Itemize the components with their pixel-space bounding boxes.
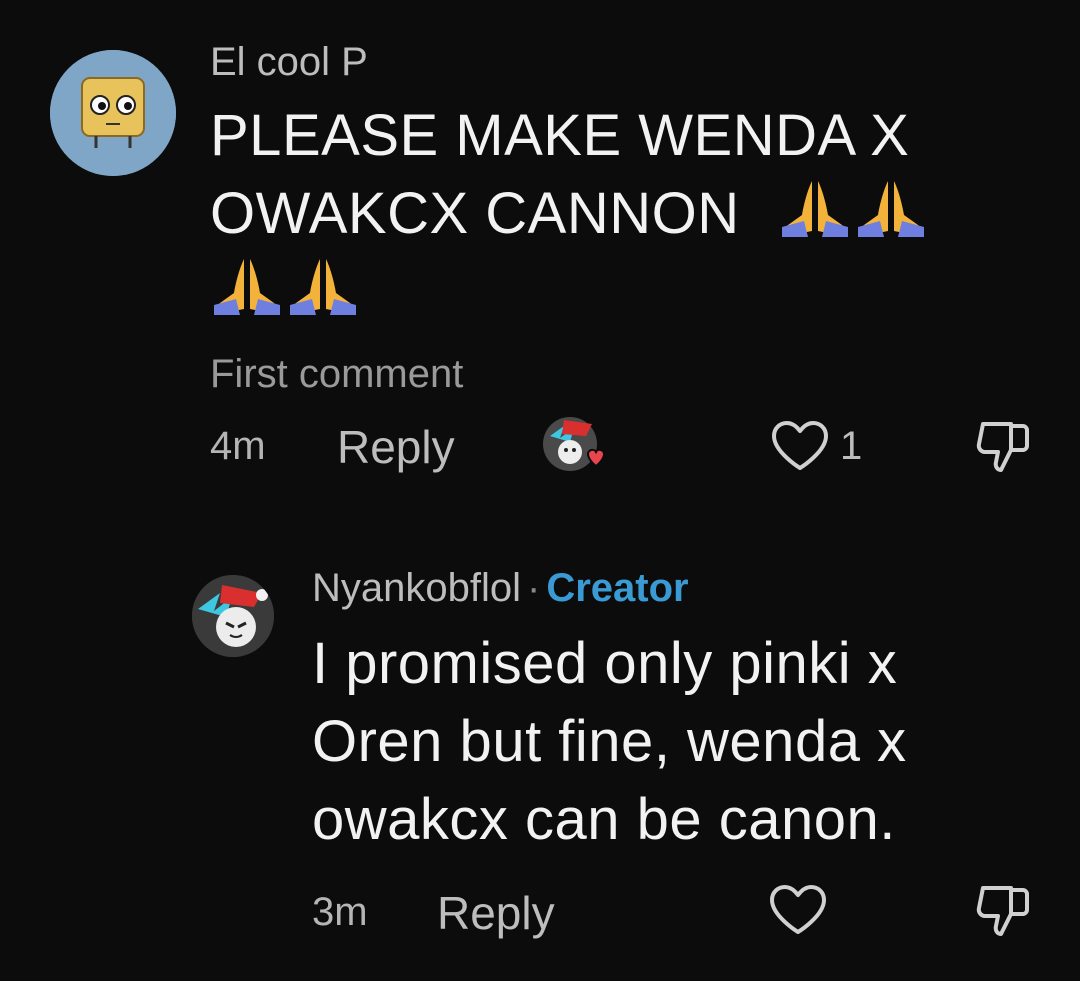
like-button[interactable]	[770, 420, 830, 477]
comment-timestamp: 4m	[210, 424, 266, 468]
creator-liked-badge	[540, 414, 608, 479]
creator-avatar-heart-icon	[543, 417, 606, 471]
reply-text-line: owakcx can be canon.	[312, 787, 896, 852]
like-button[interactable]	[768, 884, 828, 941]
reply-button[interactable]: Reply	[437, 886, 555, 940]
thumbs-down-icon	[976, 886, 1029, 936]
thumbs-down-icon	[976, 422, 1029, 472]
reply-text-line: Oren but fine, wenda x	[312, 709, 907, 774]
heart-icon	[770, 885, 826, 934]
reply-username-line: Nyankobflol · Creator	[312, 566, 689, 611]
comment-text: PLEASE MAKE WENDA X OWAKCX CANNON	[210, 97, 1040, 331]
folded-hands-icon	[214, 259, 280, 315]
folded-hands-icon	[858, 181, 925, 237]
comment-text-line: OWAKCX CANNON	[210, 181, 740, 246]
avatar[interactable]	[50, 50, 176, 176]
comment-text-line: PLEASE MAKE WENDA X	[210, 103, 910, 168]
reply-timestamp: 3m	[312, 890, 368, 934]
comment-item: El cool P PLEASE MAKE WENDA X OWAKCX CAN…	[0, 0, 1080, 520]
avatar-icon	[50, 50, 176, 176]
heart-icon	[772, 421, 828, 470]
comment-username[interactable]: El cool P	[210, 40, 368, 85]
avatar-icon	[192, 575, 274, 657]
reply-button[interactable]: Reply	[337, 420, 455, 474]
separator-dot: ·	[527, 566, 541, 610]
comment-meta: First comment	[210, 352, 464, 396]
comment-text-line-2: OWAKCX CANNON	[210, 175, 1040, 253]
reply-text-line: I promised only pinki x	[312, 631, 898, 696]
reply-text: I promised only pinki x Oren but fine, w…	[312, 625, 1052, 859]
dislike-button[interactable]	[975, 418, 1031, 481]
folded-hands-icon	[290, 259, 356, 315]
reply-username[interactable]: Nyankobflol	[312, 566, 521, 610]
reply-avatar[interactable]	[192, 575, 274, 657]
folded-hands-icon	[782, 181, 849, 237]
comment-text-line-3	[210, 253, 1040, 331]
creator-badge: Creator	[546, 566, 689, 610]
dislike-button[interactable]	[975, 882, 1031, 945]
like-count: 1	[840, 424, 863, 468]
